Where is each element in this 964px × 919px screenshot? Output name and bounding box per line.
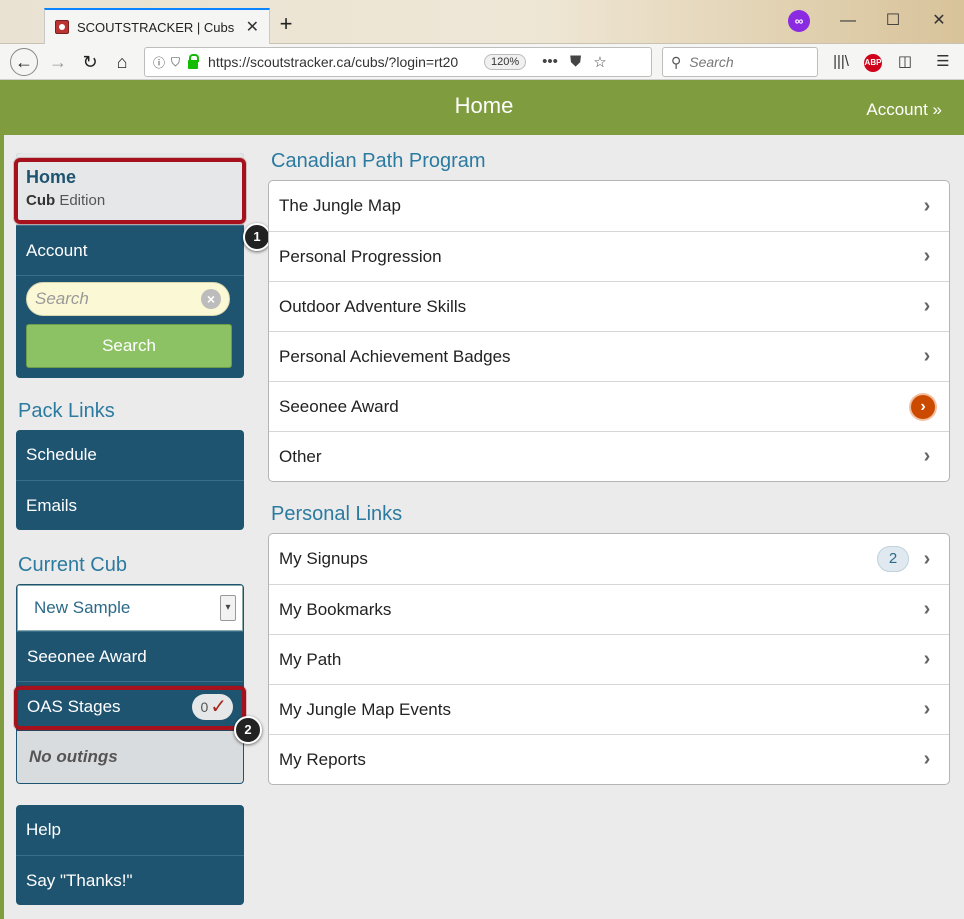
sidebar-item-schedule[interactable]: Schedule xyxy=(16,430,244,480)
page-title: Home xyxy=(454,93,514,118)
close-window-button[interactable]: ✕ xyxy=(927,10,951,32)
sidebar-toggle-icon[interactable]: ◫ xyxy=(894,52,916,72)
chevron-right-icon: › xyxy=(923,345,931,367)
annotation-marker-1: 1 xyxy=(243,223,271,251)
private-browsing-mask-icon: ∞ xyxy=(788,10,810,32)
list-item-my-path[interactable]: My Path › xyxy=(269,634,949,684)
current-cub-select[interactable]: New Sample ▾ xyxy=(17,585,243,631)
oas-count-badge: 0 ✓ xyxy=(192,693,233,720)
no-outings-text: No outings xyxy=(17,731,243,783)
browser-titlebar: SCOUTSTRACKER | Cubs ✕ + ∞ — ☐ ✕ xyxy=(0,0,964,44)
sidebar-item-account[interactable]: Account xyxy=(16,225,244,275)
current-cub-heading: Current Cub xyxy=(18,554,127,576)
tab-title: SCOUTSTRACKER | Cubs xyxy=(77,19,235,35)
hamburger-menu-icon[interactable]: ☰ xyxy=(932,52,954,72)
list-item-jungle-map[interactable]: The Jungle Map › xyxy=(269,181,949,231)
list-item-other[interactable]: Other › xyxy=(269,431,949,481)
tracking-shield-icon[interactable]: ⛉ xyxy=(171,55,180,70)
app-header: Home Account » xyxy=(4,80,964,135)
canadian-path-heading: Canadian Path Program xyxy=(271,150,486,172)
minimize-window-button[interactable]: — xyxy=(836,10,860,32)
chevron-right-icon: › xyxy=(923,547,931,570)
library-icon[interactable]: |||\ xyxy=(830,52,852,72)
chevron-right-icon: › xyxy=(923,245,931,267)
forward-arrow-icon[interactable]: → xyxy=(44,48,72,76)
sidebar-home-title: Home xyxy=(26,167,77,187)
pocket-icon[interactable]: ⛊ xyxy=(570,53,581,71)
list-item-seeonee-award[interactable]: Seeonee Award › xyxy=(269,381,949,431)
sidebar-home-block[interactable]: Home Cub Edition xyxy=(16,153,244,225)
oas-stages-label: OAS Stages xyxy=(27,696,121,716)
lock-icon xyxy=(188,53,200,69)
page-actions-menu-icon[interactable]: ••• xyxy=(542,53,558,71)
sidebar-footer-card: Help Say "Thanks!" xyxy=(16,805,244,905)
pack-links-card: Schedule Emails xyxy=(16,430,244,530)
highlighted-chevron-right-icon: › xyxy=(911,394,935,419)
sidebar-item-say-thanks[interactable]: Say "Thanks!" xyxy=(16,855,244,905)
chevron-right-icon: › xyxy=(923,194,931,217)
page-left-border xyxy=(0,80,4,919)
adblock-icon[interactable]: ABP xyxy=(864,54,882,72)
info-icon[interactable]: ⓘ xyxy=(153,54,165,71)
canadian-path-list: The Jungle Map › Personal Progression › … xyxy=(268,180,950,482)
clear-search-icon[interactable]: × xyxy=(201,289,221,309)
sidebar-search-area: Search × Search xyxy=(16,275,244,378)
list-item-outdoor-adventure-skills[interactable]: Outdoor Adventure Skills › xyxy=(269,281,949,331)
browser-search-input[interactable]: ⚲ Search xyxy=(662,47,818,77)
close-tab-icon[interactable]: ✕ xyxy=(246,17,259,37)
chevron-right-icon: › xyxy=(923,698,931,720)
chevron-right-icon: › xyxy=(923,748,931,770)
sidebar-item-help[interactable]: Help xyxy=(16,805,244,855)
list-item-personal-achievement-badges[interactable]: Personal Achievement Badges › xyxy=(269,331,949,381)
list-item-my-bookmarks[interactable]: My Bookmarks › xyxy=(269,584,949,634)
maximize-window-button[interactable]: ☐ xyxy=(881,10,905,32)
browser-tab[interactable]: SCOUTSTRACKER | Cubs ✕ xyxy=(44,8,270,44)
checkmark-icon: ✓ xyxy=(210,696,227,718)
personal-links-heading: Personal Links xyxy=(271,503,403,525)
chevron-right-icon: › xyxy=(923,648,931,670)
sidebar-search-input[interactable]: Search × xyxy=(26,282,230,316)
browser-search-placeholder: Search xyxy=(689,54,734,70)
sidebar-edition-label: Cub Edition xyxy=(26,192,106,209)
chevron-right-icon: › xyxy=(923,445,931,467)
sidebar-item-oas-stages[interactable]: OAS Stages 0 ✓ xyxy=(17,681,243,731)
search-icon: ⚲ xyxy=(671,53,682,70)
pack-links-heading: Pack Links xyxy=(18,400,115,422)
sidebar-search-button[interactable]: Search xyxy=(26,324,232,368)
list-item-my-signups[interactable]: My Signups 2 › xyxy=(269,534,949,584)
sidebar-main-card: Home Cub Edition Account Search × Search xyxy=(16,153,244,378)
url-bar[interactable]: ⓘ ⛉ https://scoutstracker.ca/cubs/?login… xyxy=(144,47,652,77)
sidebar-search-placeholder: Search xyxy=(35,289,89,308)
list-item-my-jungle-map-events[interactable]: My Jungle Map Events › xyxy=(269,684,949,734)
browser-navbar: ← → ↻ ⌂ ⓘ ⛉ https://scoutstracker.ca/cub… xyxy=(0,44,964,80)
chevron-down-icon[interactable]: ▾ xyxy=(220,595,236,621)
new-tab-button[interactable]: + xyxy=(276,12,296,36)
sidebar-item-emails[interactable]: Emails xyxy=(16,480,244,530)
chevron-right-icon: › xyxy=(923,295,931,317)
zoom-level-badge[interactable]: 120% xyxy=(484,54,527,70)
annotation-marker-2: 2 xyxy=(234,716,262,744)
sidebar-item-seeonee-award[interactable]: Seeonee Award xyxy=(17,631,243,681)
reload-icon[interactable]: ↻ xyxy=(76,48,104,76)
back-arrow-icon[interactable]: ← xyxy=(10,48,38,76)
account-link[interactable]: Account » xyxy=(866,100,942,120)
signups-count-badge: 2 xyxy=(877,546,909,572)
list-item-my-reports[interactable]: My Reports › xyxy=(269,734,949,784)
chevron-right-icon: › xyxy=(923,598,931,620)
home-icon[interactable]: ⌂ xyxy=(108,48,136,76)
bookmark-star-icon[interactable]: ☆ xyxy=(593,53,606,71)
current-cub-card: New Sample ▾ Seeonee Award OAS Stages 0 ✓… xyxy=(16,584,244,784)
list-item-personal-progression[interactable]: Personal Progression › xyxy=(269,231,949,281)
personal-links-list: My Signups 2 › My Bookmarks › My Path › … xyxy=(268,533,950,785)
site-favicon-icon xyxy=(55,20,69,34)
current-cub-value: New Sample xyxy=(34,598,131,617)
url-text[interactable]: https://scoutstracker.ca/cubs/?login=rt2… xyxy=(208,54,464,70)
